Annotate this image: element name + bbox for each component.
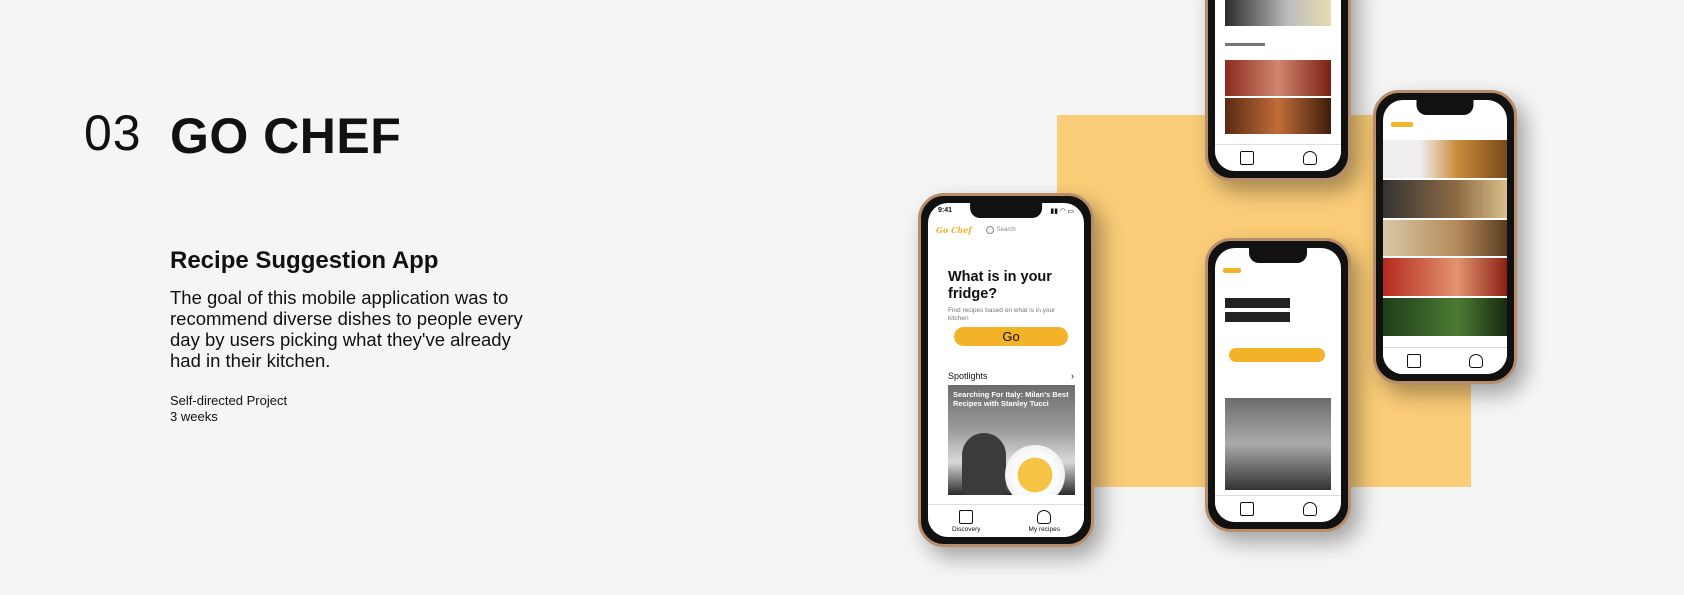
food-photo <box>1383 140 1507 178</box>
project-duration: 3 weeks <box>170 409 218 424</box>
phone-mockup-main: 9:41 ▮▮ ◠ ▭ Go Chef Search What is in yo… <box>918 193 1094 547</box>
profile-icon <box>1302 151 1317 165</box>
logo-mark <box>1391 122 1413 127</box>
tab-bar <box>1383 347 1507 374</box>
chef-hat-icon <box>1239 151 1254 165</box>
search-placeholder: Search <box>996 227 1016 233</box>
project-subtitle: Recipe Suggestion App <box>170 247 439 274</box>
spotlight-card-title: Searching For Italy: Milan's Best Recipe… <box>953 390 1069 408</box>
tab-my-recipes[interactable] <box>1302 502 1317 516</box>
phone-screen <box>1215 248 1341 522</box>
phone-screen: 9:41 ▮▮ ◠ ▭ Go Chef Search What is in yo… <box>928 203 1084 537</box>
app-bar: Go Chef Search <box>936 225 1076 235</box>
project-title: GO CHEF <box>170 108 402 164</box>
chef-hat-icon <box>1407 354 1421 368</box>
logo-mark <box>1223 268 1241 273</box>
profile-icon <box>1469 354 1483 368</box>
spotlight-card[interactable]: Searching For Italy: Milan's Best Recipe… <box>948 385 1075 495</box>
hero-text: Find recipes based on what is in your ki… <box>948 307 1056 322</box>
go-button[interactable] <box>1229 348 1325 362</box>
project-meta: Self-directed Project 3 weeks <box>170 393 287 425</box>
chef-hat-icon <box>1239 502 1254 516</box>
tab-bar <box>1215 144 1341 171</box>
project-description: The goal of this mobile application was … <box>170 287 523 371</box>
phone-screen <box>1383 100 1507 374</box>
spotlights-header[interactable]: Spotlights › <box>948 371 1074 381</box>
phone-notch <box>970 203 1042 218</box>
signal-icon: ▮▮ ◠ ▭ <box>1050 208 1074 215</box>
tab-my-recipes[interactable]: My recipes <box>1028 509 1060 533</box>
spotlight-card <box>1225 398 1331 490</box>
phone-mockup-top <box>1205 0 1351 181</box>
food-photo <box>1225 98 1331 134</box>
list-header-line <box>1225 43 1265 46</box>
phone-screen <box>1215 0 1341 171</box>
food-photo <box>1225 60 1331 96</box>
profile-icon <box>1037 509 1052 524</box>
tab-bar <box>1215 495 1341 522</box>
food-photo <box>1383 220 1507 256</box>
phone-notch <box>1249 248 1307 263</box>
chef-portrait <box>962 433 1006 495</box>
pasta-plate-image <box>1005 445 1065 495</box>
go-button[interactable]: Go <box>954 327 1068 346</box>
chef-hat-icon <box>959 509 974 524</box>
food-photo <box>1225 0 1331 26</box>
tab-bar: Discovery My recipes <box>928 504 1084 537</box>
spotlights-label: Spotlights <box>948 371 988 381</box>
tab-my-recipes[interactable] <box>1302 151 1317 165</box>
food-photo <box>1383 298 1507 336</box>
profile-icon <box>1302 502 1317 516</box>
tab-my-recipes[interactable] <box>1469 354 1483 368</box>
tab-discovery[interactable] <box>1407 354 1421 368</box>
status-time: 9:41 <box>938 207 953 214</box>
search-field[interactable]: Search <box>985 226 1016 234</box>
search-icon <box>985 226 994 234</box>
food-photo <box>1383 180 1507 218</box>
tab-discovery[interactable]: Discovery <box>952 509 981 533</box>
tab-label: Discovery <box>952 525 981 533</box>
project-type: Self-directed Project <box>170 393 288 408</box>
tab-label: My recipes <box>1028 525 1060 533</box>
phone-notch <box>1416 100 1474 115</box>
hero-title: What is in your fridge? <box>948 269 1052 302</box>
tab-discovery[interactable] <box>1239 151 1254 165</box>
food-photo <box>1383 258 1507 296</box>
tab-discovery[interactable] <box>1239 502 1254 516</box>
chevron-right-icon: › <box>1071 371 1074 381</box>
project-number: 03 <box>84 105 142 161</box>
phone-mockup-right <box>1373 90 1517 384</box>
app-logo: Go Chef <box>936 225 972 235</box>
phone-mockup-middle <box>1205 238 1351 532</box>
hero-title-placeholder <box>1225 298 1290 324</box>
